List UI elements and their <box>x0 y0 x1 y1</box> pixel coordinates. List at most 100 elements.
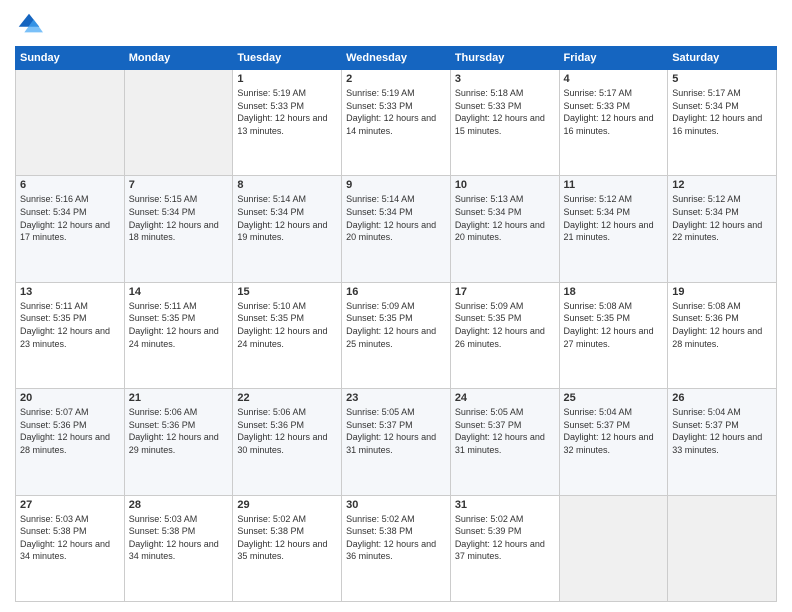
calendar-week-5: 27 Sunrise: 5:03 AMSunset: 5:38 PMDayligh… <box>16 495 777 601</box>
calendar-day <box>668 495 777 601</box>
day-info: Sunrise: 5:09 AMSunset: 5:35 PMDaylight:… <box>346 300 446 350</box>
day-info: Sunrise: 5:11 AMSunset: 5:35 PMDaylight:… <box>20 300 120 350</box>
day-number: 15 <box>237 286 337 298</box>
day-number: 2 <box>346 73 446 85</box>
day-number: 29 <box>237 499 337 511</box>
day-info: Sunrise: 5:04 AMSunset: 5:37 PMDaylight:… <box>672 406 772 456</box>
weekday-saturday: Saturday <box>668 47 777 70</box>
calendar-day: 27 Sunrise: 5:03 AMSunset: 5:38 PMDayligh… <box>16 495 125 601</box>
day-number: 10 <box>455 179 555 191</box>
calendar-day: 20 Sunrise: 5:07 AMSunset: 5:36 PMDayligh… <box>16 389 125 495</box>
day-number: 24 <box>455 392 555 404</box>
calendar-week-2: 6Sunrise: 5:16 AMSunset: 5:34 PMDaylight… <box>16 176 777 282</box>
calendar-day: 25 Sunrise: 5:04 AMSunset: 5:37 PMDayligh… <box>559 389 668 495</box>
day-info: Sunrise: 5:14 AMSunset: 5:34 PMDaylight:… <box>346 193 446 243</box>
day-info: Sunrise: 5:02 AMSunset: 5:38 PMDaylight:… <box>346 513 446 563</box>
day-info: Sunrise: 5:08 AMSunset: 5:36 PMDaylight:… <box>672 300 772 350</box>
calendar-day: 4 Sunrise: 5:17 AMSunset: 5:33 PMDaylight… <box>559 70 668 176</box>
page: SundayMondayTuesdayWednesdayThursdayFrid… <box>0 0 792 612</box>
day-info: Sunrise: 5:06 AMSunset: 5:36 PMDaylight:… <box>237 406 337 456</box>
day-number: 14 <box>129 286 229 298</box>
day-number: 25 <box>564 392 664 404</box>
calendar-day: 12 Sunrise: 5:12 AMSunset: 5:34 PMDayligh… <box>668 176 777 282</box>
calendar-day: 22 Sunrise: 5:06 AMSunset: 5:36 PMDayligh… <box>233 389 342 495</box>
day-number: 20 <box>20 392 120 404</box>
day-number: 18 <box>564 286 664 298</box>
day-info: Sunrise: 5:19 AMSunset: 5:33 PMDaylight:… <box>346 87 446 137</box>
calendar-table: SundayMondayTuesdayWednesdayThursdayFrid… <box>15 46 777 602</box>
calendar-day: 30 Sunrise: 5:02 AMSunset: 5:38 PMDayligh… <box>342 495 451 601</box>
day-info: Sunrise: 5:13 AMSunset: 5:34 PMDaylight:… <box>455 193 555 243</box>
weekday-thursday: Thursday <box>450 47 559 70</box>
calendar-day: 23Sunrise: 5:05 AMSunset: 5:37 PMDayligh… <box>342 389 451 495</box>
calendar-day: 9 Sunrise: 5:14 AMSunset: 5:34 PMDaylight… <box>342 176 451 282</box>
day-number: 13 <box>20 286 120 298</box>
logo <box>15 10 47 38</box>
day-info: Sunrise: 5:07 AMSunset: 5:36 PMDaylight:… <box>20 406 120 456</box>
calendar-day: 16 Sunrise: 5:09 AMSunset: 5:35 PMDayligh… <box>342 282 451 388</box>
calendar-day: 1 Sunrise: 5:19 AMSunset: 5:33 PMDaylight… <box>233 70 342 176</box>
calendar-day: 31Sunrise: 5:02 AMSunset: 5:39 PMDayligh… <box>450 495 559 601</box>
day-number: 16 <box>346 286 446 298</box>
day-info: Sunrise: 5:10 AMSunset: 5:35 PMDaylight:… <box>237 300 337 350</box>
day-number: 4 <box>564 73 664 85</box>
day-info: Sunrise: 5:03 AMSunset: 5:38 PMDaylight:… <box>20 513 120 563</box>
calendar-day: 5Sunrise: 5:17 AMSunset: 5:34 PMDaylight… <box>668 70 777 176</box>
day-number: 21 <box>129 392 229 404</box>
calendar-day: 24 Sunrise: 5:05 AMSunset: 5:37 PMDayligh… <box>450 389 559 495</box>
calendar-day: 6Sunrise: 5:16 AMSunset: 5:34 PMDaylight… <box>16 176 125 282</box>
calendar-day: 10 Sunrise: 5:13 AMSunset: 5:34 PMDayligh… <box>450 176 559 282</box>
day-info: Sunrise: 5:06 AMSunset: 5:36 PMDaylight:… <box>129 406 229 456</box>
day-info: Sunrise: 5:05 AMSunset: 5:37 PMDaylight:… <box>455 406 555 456</box>
weekday-monday: Monday <box>124 47 233 70</box>
weekday-header-row: SundayMondayTuesdayWednesdayThursdayFrid… <box>16 47 777 70</box>
calendar-day: 28 Sunrise: 5:03 AMSunset: 5:38 PMDayligh… <box>124 495 233 601</box>
day-number: 27 <box>20 499 120 511</box>
day-number: 9 <box>346 179 446 191</box>
day-info: Sunrise: 5:02 AMSunset: 5:39 PMDaylight:… <box>455 513 555 563</box>
day-info: Sunrise: 5:12 AMSunset: 5:34 PMDaylight:… <box>672 193 772 243</box>
day-info: Sunrise: 5:05 AMSunset: 5:37 PMDaylight:… <box>346 406 446 456</box>
day-info: Sunrise: 5:04 AMSunset: 5:37 PMDaylight:… <box>564 406 664 456</box>
day-number: 6 <box>20 179 120 191</box>
day-info: Sunrise: 5:02 AMSunset: 5:38 PMDaylight:… <box>237 513 337 563</box>
calendar-day: 8Sunrise: 5:14 AMSunset: 5:34 PMDaylight… <box>233 176 342 282</box>
day-number: 17 <box>455 286 555 298</box>
day-number: 1 <box>237 73 337 85</box>
calendar-week-1: 1 Sunrise: 5:19 AMSunset: 5:33 PMDaylight… <box>16 70 777 176</box>
logo-icon <box>15 10 43 38</box>
day-info: Sunrise: 5:08 AMSunset: 5:35 PMDaylight:… <box>564 300 664 350</box>
weekday-wednesday: Wednesday <box>342 47 451 70</box>
calendar-day: 19Sunrise: 5:08 AMSunset: 5:36 PMDayligh… <box>668 282 777 388</box>
day-number: 22 <box>237 392 337 404</box>
header <box>15 10 777 38</box>
calendar-day: 26 Sunrise: 5:04 AMSunset: 5:37 PMDayligh… <box>668 389 777 495</box>
day-number: 11 <box>564 179 664 191</box>
day-number: 28 <box>129 499 229 511</box>
calendar-week-4: 20 Sunrise: 5:07 AMSunset: 5:36 PMDayligh… <box>16 389 777 495</box>
day-info: Sunrise: 5:15 AMSunset: 5:34 PMDaylight:… <box>129 193 229 243</box>
calendar-day: 11 Sunrise: 5:12 AMSunset: 5:34 PMDayligh… <box>559 176 668 282</box>
calendar-day: 14 Sunrise: 5:11 AMSunset: 5:35 PMDayligh… <box>124 282 233 388</box>
calendar-day: 3Sunrise: 5:18 AMSunset: 5:33 PMDaylight… <box>450 70 559 176</box>
day-info: Sunrise: 5:17 AMSunset: 5:33 PMDaylight:… <box>564 87 664 137</box>
weekday-friday: Friday <box>559 47 668 70</box>
day-info: Sunrise: 5:12 AMSunset: 5:34 PMDaylight:… <box>564 193 664 243</box>
day-info: Sunrise: 5:18 AMSunset: 5:33 PMDaylight:… <box>455 87 555 137</box>
day-number: 30 <box>346 499 446 511</box>
calendar-day <box>16 70 125 176</box>
day-info: Sunrise: 5:14 AMSunset: 5:34 PMDaylight:… <box>237 193 337 243</box>
calendar-week-3: 13 Sunrise: 5:11 AMSunset: 5:35 PMDayligh… <box>16 282 777 388</box>
calendar-day: 13 Sunrise: 5:11 AMSunset: 5:35 PMDayligh… <box>16 282 125 388</box>
day-info: Sunrise: 5:11 AMSunset: 5:35 PMDaylight:… <box>129 300 229 350</box>
day-info: Sunrise: 5:03 AMSunset: 5:38 PMDaylight:… <box>129 513 229 563</box>
calendar-day: 17Sunrise: 5:09 AMSunset: 5:35 PMDayligh… <box>450 282 559 388</box>
day-number: 12 <box>672 179 772 191</box>
calendar-day: 29 Sunrise: 5:02 AMSunset: 5:38 PMDayligh… <box>233 495 342 601</box>
calendar-day: 15 Sunrise: 5:10 AMSunset: 5:35 PMDayligh… <box>233 282 342 388</box>
weekday-sunday: Sunday <box>16 47 125 70</box>
calendar-day: 7Sunrise: 5:15 AMSunset: 5:34 PMDaylight… <box>124 176 233 282</box>
calendar-day <box>124 70 233 176</box>
day-info: Sunrise: 5:19 AMSunset: 5:33 PMDaylight:… <box>237 87 337 137</box>
day-number: 26 <box>672 392 772 404</box>
